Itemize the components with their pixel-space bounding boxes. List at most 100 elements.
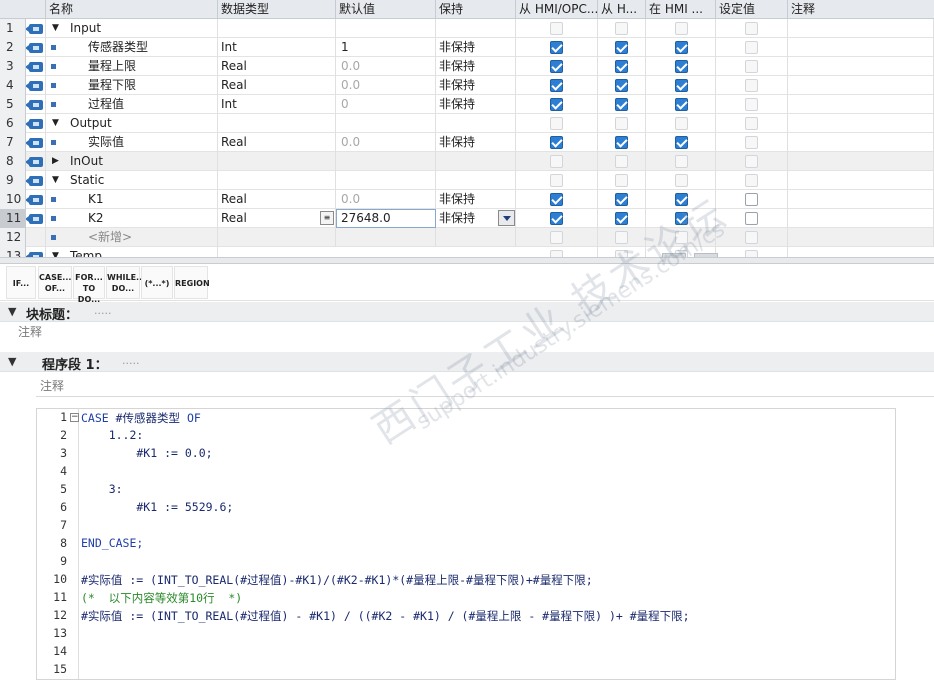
param-datatype[interactable]: Real xyxy=(218,209,336,228)
hmi-visible-checkbox[interactable] xyxy=(675,60,688,73)
hmi-write-checkbox[interactable] xyxy=(615,79,628,92)
col-header-datatype[interactable]: 数据类型 xyxy=(218,0,336,19)
setpoint-checkbox[interactable] xyxy=(745,60,758,73)
hmi-access-checkbox[interactable] xyxy=(550,155,563,168)
param-name[interactable]: Input xyxy=(70,19,101,38)
col-header-default[interactable]: 默认值 xyxy=(336,0,436,19)
setpoint-checkbox[interactable] xyxy=(745,155,758,168)
table-row[interactable]: 4 量程下限 Real 0.0 非保持 xyxy=(0,76,934,95)
param-default[interactable]: 0.0 xyxy=(336,133,436,152)
hmi-write-checkbox[interactable] xyxy=(615,117,628,130)
hmi-write-checkbox[interactable] xyxy=(615,212,628,225)
collapse-triangle-icon[interactable]: ▼ xyxy=(52,171,59,190)
code-line[interactable]: #K1 := 5529.6; xyxy=(81,500,233,514)
hmi-write-checkbox[interactable] xyxy=(615,193,628,206)
code-line[interactable]: #实际值 := (INT_TO_REAL(#过程值)-#K1)/(#K2-#K1… xyxy=(81,572,593,588)
param-retain[interactable]: 非保持 xyxy=(436,76,516,95)
comment-cell[interactable] xyxy=(788,76,934,95)
table-row[interactable]: 5 过程值 Int 0 非保持 xyxy=(0,95,934,114)
hmi-access-checkbox[interactable] xyxy=(550,212,563,225)
collapse-triangle-icon[interactable]: ▼ xyxy=(8,355,16,368)
param-name[interactable]: 量程上限 xyxy=(88,57,136,76)
param-name[interactable]: 实际值 xyxy=(88,133,124,152)
collapse-triangle-icon[interactable]: ▼ xyxy=(52,114,59,133)
setpoint-checkbox[interactable] xyxy=(745,193,758,206)
param-name[interactable]: 传感器类型 xyxy=(88,38,148,57)
comment-cell[interactable] xyxy=(788,95,934,114)
hmi-write-checkbox[interactable] xyxy=(615,41,628,54)
comment-cell[interactable] xyxy=(788,57,934,76)
comment-cell[interactable] xyxy=(788,171,934,190)
hmi-visible-checkbox[interactable] xyxy=(675,79,688,92)
code-line[interactable]: #实际值 := (INT_TO_REAL(#过程值) - #K1) / ((#K… xyxy=(81,608,690,624)
hmi-visible-checkbox[interactable] xyxy=(675,22,688,35)
block-title-input[interactable]: ..... xyxy=(94,304,111,317)
table-row[interactable]: 12 <新增> xyxy=(0,228,934,247)
param-default[interactable]: 1 xyxy=(336,38,436,57)
collapse-triangle-icon[interactable]: ▼ xyxy=(8,305,16,318)
param-retain[interactable]: 非保持 xyxy=(436,38,516,57)
hmi-access-checkbox[interactable] xyxy=(550,117,563,130)
comment-cell[interactable] xyxy=(788,190,934,209)
hmi-visible-checkbox[interactable] xyxy=(675,117,688,130)
code-line[interactable]: 3: xyxy=(81,482,123,496)
param-name[interactable]: Static xyxy=(70,171,104,190)
hmi-visible-checkbox[interactable] xyxy=(675,231,688,244)
setpoint-checkbox[interactable] xyxy=(745,41,758,54)
table-row[interactable]: 1 ▼ Input xyxy=(0,19,934,38)
code-comment-line[interactable]: (* 以下内容等效第10行 *) xyxy=(81,590,242,606)
param-name[interactable]: K2 xyxy=(88,209,104,228)
setpoint-checkbox[interactable] xyxy=(745,136,758,149)
param-name[interactable]: 过程值 xyxy=(88,95,124,114)
hmi-write-checkbox[interactable] xyxy=(615,136,628,149)
param-name[interactable]: Temp xyxy=(70,247,102,257)
param-datatype[interactable]: Real xyxy=(218,190,336,209)
setpoint-checkbox[interactable] xyxy=(745,250,758,257)
network-title-input[interactable]: ..... xyxy=(122,354,139,367)
region-button[interactable]: REGION xyxy=(174,266,210,299)
setpoint-checkbox[interactable] xyxy=(745,79,758,92)
hmi-write-checkbox[interactable] xyxy=(615,98,628,111)
hmi-access-checkbox[interactable] xyxy=(550,98,563,111)
network-comment[interactable]: 注释 xyxy=(36,377,934,397)
fold-collapse-icon[interactable]: − xyxy=(70,413,79,422)
collapse-triangle-icon[interactable]: ▼ xyxy=(52,247,59,257)
code-line[interactable]: END_CASE; xyxy=(81,536,143,550)
hmi-visible-checkbox[interactable] xyxy=(675,193,688,206)
param-datatype[interactable]: Int xyxy=(218,95,336,114)
for-button[interactable]: FOR... TO DO... xyxy=(73,266,105,304)
retain-dropdown-button[interactable] xyxy=(498,210,515,226)
if-button[interactable]: IF... xyxy=(6,266,36,299)
setpoint-checkbox[interactable] xyxy=(745,212,758,225)
param-default[interactable]: 0 xyxy=(336,95,436,114)
param-default[interactable]: 0.0 xyxy=(336,76,436,95)
param-default[interactable]: 0.0 xyxy=(336,57,436,76)
hmi-access-checkbox[interactable] xyxy=(550,22,563,35)
col-header-hmi-write[interactable]: 从 H... xyxy=(598,0,646,19)
hmi-access-checkbox[interactable] xyxy=(550,60,563,73)
hmi-visible-checkbox[interactable] xyxy=(675,155,688,168)
add-new-row[interactable]: <新增> xyxy=(88,228,132,247)
comment-cell[interactable] xyxy=(788,228,934,247)
comment-cell[interactable] xyxy=(788,133,934,152)
default-value-input[interactable]: 27648.0 xyxy=(341,210,391,227)
comment-cell[interactable] xyxy=(788,209,934,228)
table-row[interactable]: 3 量程上限 Real 0.0 非保持 xyxy=(0,57,934,76)
param-name[interactable]: InOut xyxy=(70,152,103,171)
param-datatype[interactable]: Real xyxy=(218,76,336,95)
comment-cell[interactable] xyxy=(788,38,934,57)
table-row[interactable]: 7 实际值 Real 0.0 非保持 xyxy=(0,133,934,152)
comment-cell[interactable] xyxy=(788,114,934,133)
col-header-retain[interactable]: 保持 xyxy=(436,0,516,19)
hmi-write-checkbox[interactable] xyxy=(615,231,628,244)
table-row[interactable]: 11 K2 Real ≡ 27648.0 非保持 xyxy=(0,209,934,228)
hmi-access-checkbox[interactable] xyxy=(550,136,563,149)
param-name[interactable]: K1 xyxy=(88,190,104,209)
table-row[interactable]: 9 ▼ Static xyxy=(0,171,934,190)
setpoint-checkbox[interactable] xyxy=(745,22,758,35)
hmi-write-checkbox[interactable] xyxy=(615,250,628,257)
while-button[interactable]: WHILE... DO... xyxy=(106,266,145,299)
hmi-access-checkbox[interactable] xyxy=(550,231,563,244)
comment-block-button[interactable]: (*...*) xyxy=(141,266,173,299)
block-comment[interactable]: 注释 xyxy=(18,323,42,340)
